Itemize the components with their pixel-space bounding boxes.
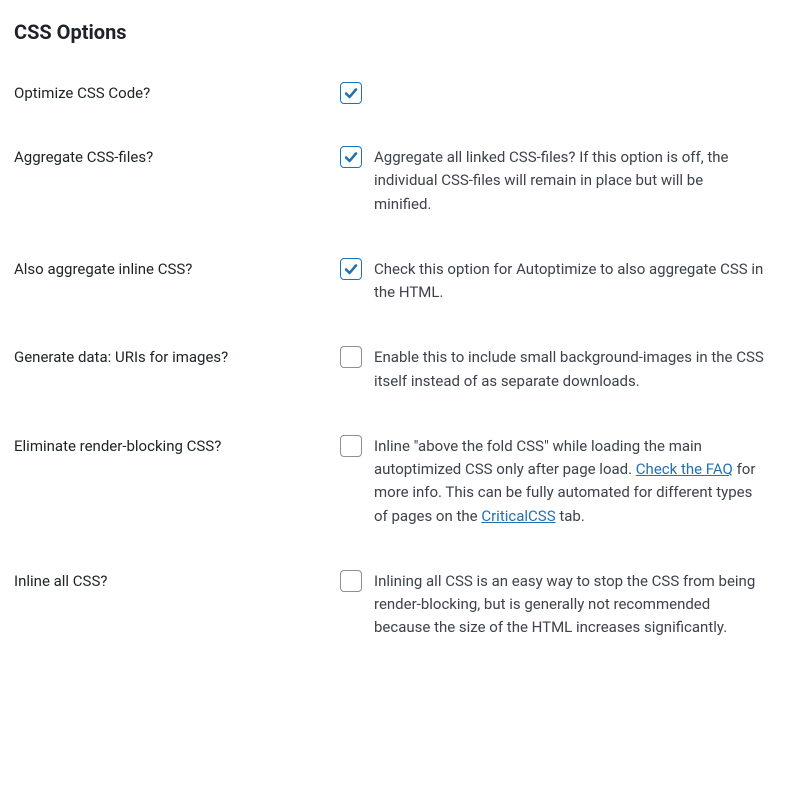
description-aggregate-css: Aggregate all linked CSS-files? If this … (374, 146, 764, 216)
option-row-inline-all: Inline all CSS? Inlining all CSS is an e… (14, 570, 787, 640)
option-row-optimize-css: Optimize CSS Code? (14, 82, 787, 104)
link-check-faq[interactable]: Check the FAQ (636, 460, 733, 478)
option-row-eliminate-render-blocking: Eliminate render-blocking CSS? Inline "a… (14, 435, 787, 528)
option-row-aggregate-css: Aggregate CSS-files? Aggregate all linke… (14, 146, 787, 216)
checkbox-data-uris[interactable] (340, 346, 362, 368)
checkbox-optimize-css[interactable] (340, 82, 362, 104)
checkmark-icon (343, 149, 359, 165)
checkbox-aggregate-css[interactable] (340, 146, 362, 168)
description-data-uris: Enable this to include small background-… (374, 346, 764, 393)
label-aggregate-inline: Also aggregate inline CSS? (14, 258, 340, 278)
description-eliminate-render-blocking: Inline "above the fold CSS" while loadin… (374, 435, 764, 528)
label-optimize-css: Optimize CSS Code? (14, 82, 340, 102)
label-data-uris: Generate data: URIs for images? (14, 346, 340, 366)
section-title: CSS Options (14, 20, 787, 44)
label-eliminate-render-blocking: Eliminate render-blocking CSS? (14, 435, 340, 455)
checkmark-icon (343, 261, 359, 277)
description-inline-all: Inlining all CSS is an easy way to stop … (374, 570, 764, 640)
description-aggregate-inline: Check this option for Autoptimize to als… (374, 258, 764, 305)
label-inline-all: Inline all CSS? (14, 570, 340, 590)
option-row-data-uris: Generate data: URIs for images? Enable t… (14, 346, 787, 393)
checkbox-eliminate-render-blocking[interactable] (340, 435, 362, 457)
checkbox-aggregate-inline[interactable] (340, 258, 362, 280)
label-aggregate-css: Aggregate CSS-files? (14, 146, 340, 166)
checkmark-icon (343, 85, 359, 101)
checkbox-inline-all[interactable] (340, 570, 362, 592)
link-criticalcss[interactable]: CriticalCSS (481, 507, 555, 525)
option-row-aggregate-inline: Also aggregate inline CSS? Check this op… (14, 258, 787, 305)
desc-text-part3: tab. (556, 507, 585, 525)
